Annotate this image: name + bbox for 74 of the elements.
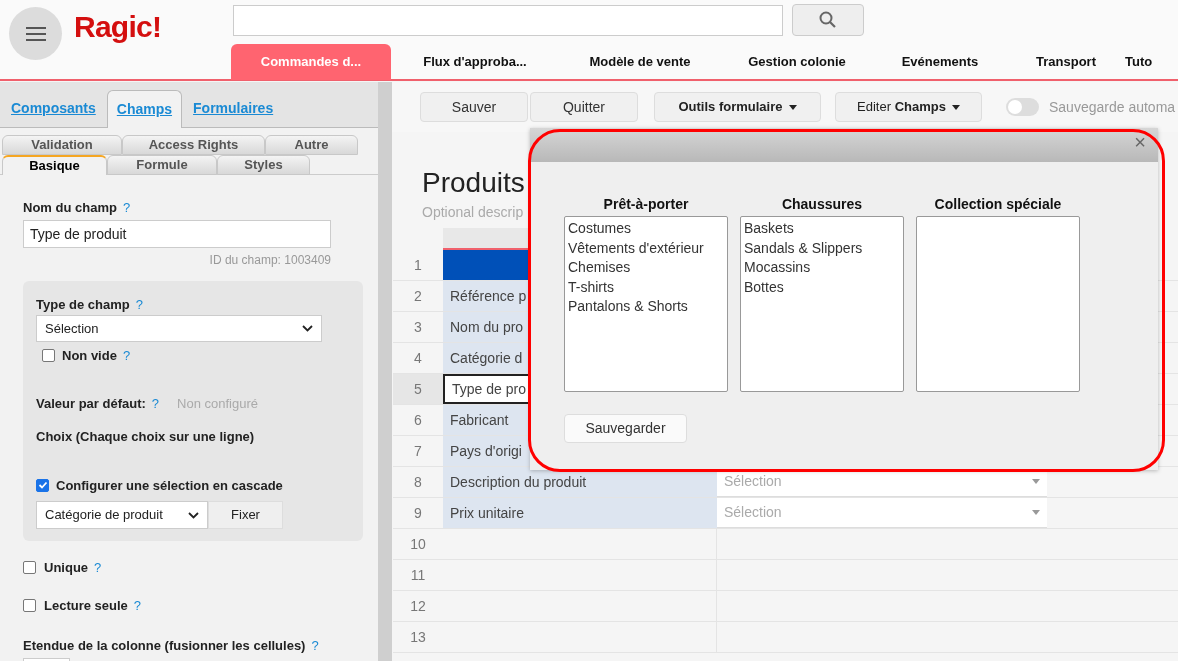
checkbox[interactable] xyxy=(23,560,36,574)
search-button[interactable] xyxy=(792,4,864,36)
close-button[interactable]: × xyxy=(1134,132,1146,152)
sub-tab[interactable]: Formule xyxy=(107,155,217,175)
row-number: 8 xyxy=(413,472,423,492)
save-button[interactable]: Sauvegarder xyxy=(564,414,687,443)
column-title: Collection spéciale xyxy=(934,195,1062,213)
field-label: Non vide xyxy=(62,347,117,365)
field-label: Unique xyxy=(44,558,89,577)
nav-tab[interactable]: Modèle de vente xyxy=(559,44,721,80)
sub-tab[interactable]: Autre xyxy=(265,135,358,155)
row-number: 7 xyxy=(413,441,423,461)
search-icon xyxy=(819,11,837,29)
row-number: 2 xyxy=(413,286,423,306)
menu-button[interactable] xyxy=(9,7,62,60)
field-cell[interactable]: Prix unitaire xyxy=(443,498,717,528)
name-field[interactable]: Type de produit xyxy=(23,219,331,248)
row-number: 13 xyxy=(409,627,427,647)
sub-tab[interactable]: Validation xyxy=(2,135,122,155)
row-number: 4 xyxy=(413,348,423,368)
form-title: Produits xyxy=(422,166,525,200)
checkbox[interactable] xyxy=(42,349,55,363)
row-number: 3 xyxy=(413,317,423,337)
row-number: 1 xyxy=(413,255,423,275)
row-number: 12 xyxy=(409,596,427,616)
checkbox[interactable] xyxy=(23,599,36,613)
app-logo: Ragic! xyxy=(74,12,162,42)
nav-tab[interactable]: Transport xyxy=(1007,44,1125,80)
row-number: 11 xyxy=(409,565,427,585)
row-number: 5 xyxy=(393,374,443,404)
choices-field[interactable]: Costumes Vêtements d'extérieur Chemises T-shirts Pantalons & Shorts xyxy=(564,216,728,392)
choices-field[interactable] xyxy=(916,216,1080,392)
field-label: Etendue de la colonne (fusionner les cellules) xyxy=(23,636,306,655)
menu-icon xyxy=(25,25,46,42)
column-title: Chaussures xyxy=(781,195,863,213)
type-select[interactable]: Sélection xyxy=(36,315,322,342)
nav-tab[interactable]: Evénements xyxy=(873,44,1007,80)
search-field[interactable] xyxy=(233,5,783,36)
toolbar-button[interactable]: Quitter xyxy=(530,92,638,122)
toolbar-button[interactable]: Sauver xyxy=(420,92,528,122)
choices-field[interactable]: Baskets Sandals & Slippers Mocassins Bottes xyxy=(740,216,904,392)
nav-tab[interactable]: Gestion colonie xyxy=(721,44,873,80)
autosave-label: Sauvegarde automa xyxy=(1049,97,1176,117)
caret-icon xyxy=(1032,510,1040,515)
caret-icon xyxy=(951,104,960,110)
row-number: 9 xyxy=(413,503,423,523)
parent-field-select[interactable]: Catégorie de produit xyxy=(36,501,208,529)
column-title: Prêt-à-porter xyxy=(603,195,689,213)
sub-tab[interactable]: Basique xyxy=(2,155,107,175)
field-label: Valeur par défaut: xyxy=(36,394,146,413)
field-label: Lecture seule xyxy=(44,597,128,615)
row-number: 6 xyxy=(413,410,423,430)
choices-label: Choix (Chaque choix sur une ligne) xyxy=(36,428,255,446)
field-label: Configurer une sélection en cascade xyxy=(56,476,283,495)
autosave-toggle[interactable] xyxy=(1006,98,1039,116)
checkbox[interactable] xyxy=(36,478,49,492)
field-label: Type de champ xyxy=(36,295,130,314)
chevron-icon xyxy=(302,325,313,332)
caret-icon xyxy=(1032,479,1040,484)
nav-tab[interactable]: Tuto xyxy=(1125,44,1178,80)
field-label: Nom du champ xyxy=(23,199,117,217)
row-number: 10 xyxy=(409,534,427,554)
form-description: Optional descrip xyxy=(422,203,524,222)
nav-tab[interactable]: Flux d'approba... xyxy=(391,44,559,80)
caret-icon xyxy=(788,104,797,110)
fix-button[interactable]: Fixer xyxy=(208,501,283,529)
form-tools-button[interactable]: Outils formulaire xyxy=(654,92,821,122)
chevron-icon xyxy=(188,511,199,519)
edit-fields-button[interactable]: Editer Champs xyxy=(835,92,982,122)
sub-tab[interactable]: Access Rights xyxy=(122,135,265,155)
sub-tab[interactable]: Styles xyxy=(217,155,310,175)
scrollbar[interactable] xyxy=(378,82,392,661)
default-value: Non configuré xyxy=(177,394,258,413)
field-id: ID du champ: 1003409 xyxy=(209,251,331,269)
